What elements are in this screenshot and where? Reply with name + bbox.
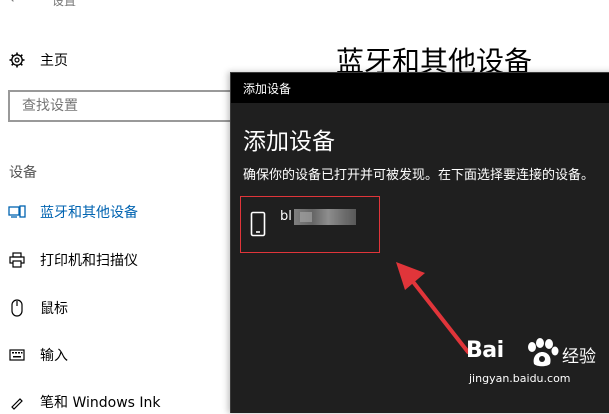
watermark-cn: 经验	[562, 347, 596, 367]
watermark-url: jingyan.baidu.com	[469, 372, 571, 385]
paw-logo-icon	[524, 338, 560, 372]
watermark-brand: Bai	[466, 338, 504, 363]
baidu-watermark: Bai 经验 jingyan.baidu.com	[466, 338, 606, 388]
